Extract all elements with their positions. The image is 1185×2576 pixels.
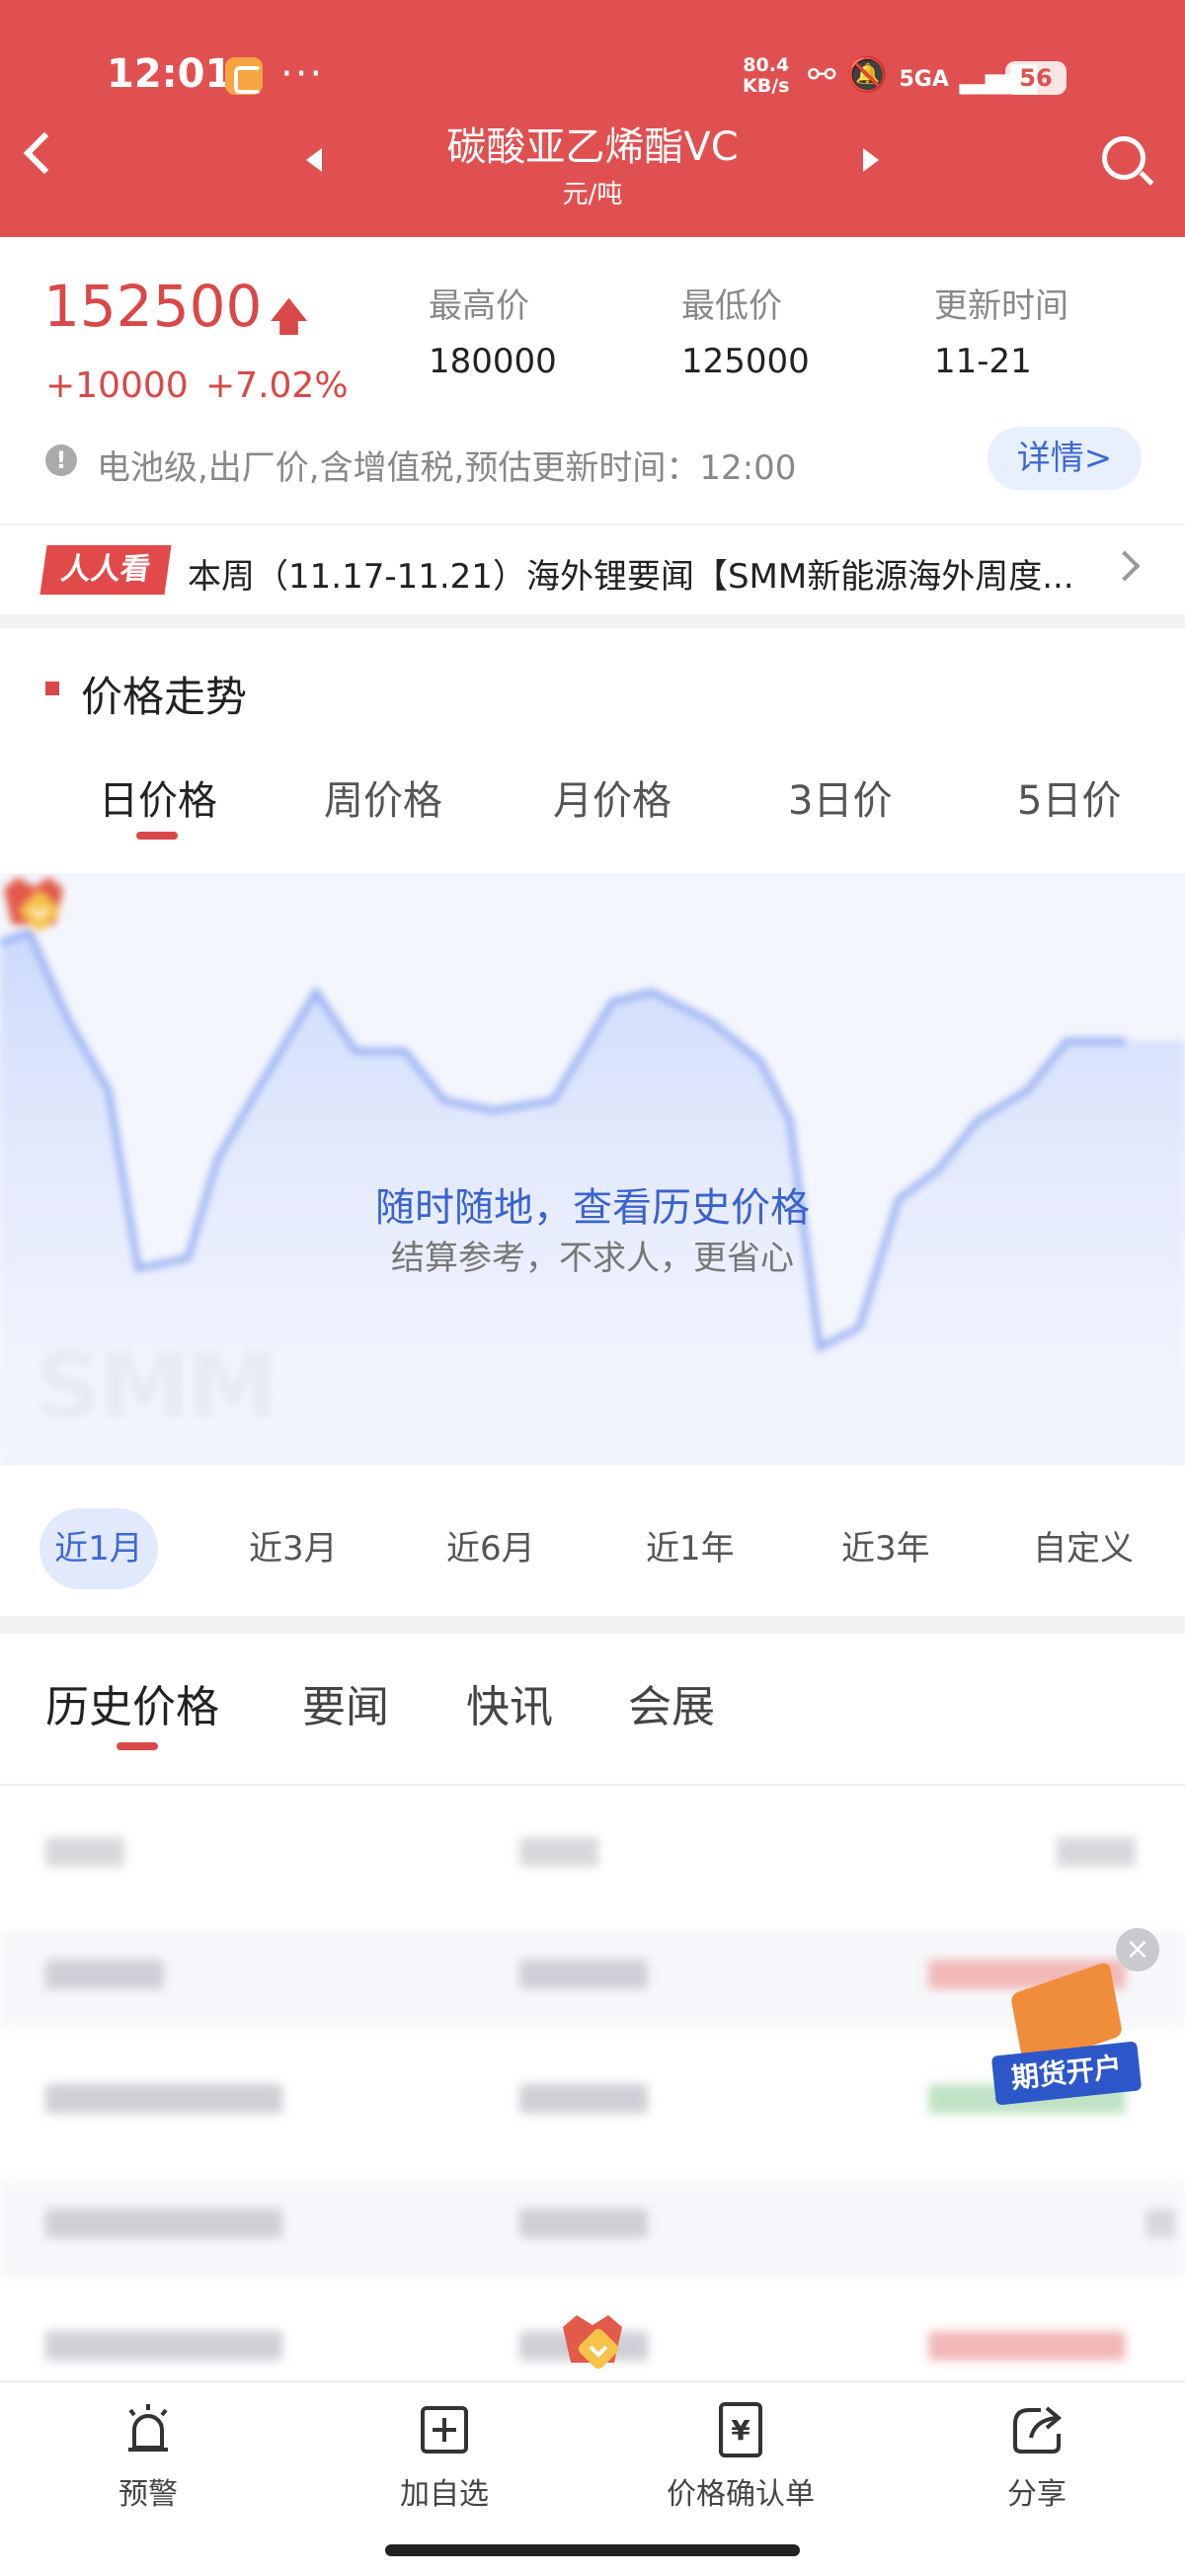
tab-5day-price[interactable]: 5日价 xyxy=(1017,768,1121,826)
price-change-percent: +7.02% xyxy=(205,365,349,406)
futures-account-promo[interactable]: 期货开户 xyxy=(988,1961,1146,2114)
unlock-crown-icon xyxy=(4,877,63,931)
detail-button[interactable]: 详情> xyxy=(988,427,1142,490)
network-speed: 80.4 KB/s xyxy=(743,55,789,97)
news-badge: 人人看 xyxy=(40,545,172,595)
news-headline[interactable]: 本周（11.17-11.21）海外锂要闻【SMM新能源海外周度... xyxy=(188,549,1076,598)
price-up-icon: 🡅 xyxy=(269,294,310,340)
alarm-button[interactable]: 预警 xyxy=(49,2400,247,2513)
add-favorite-button[interactable]: 加自选 xyxy=(346,2400,543,2513)
price-change: +10000 xyxy=(45,365,189,406)
tab-news[interactable]: 要闻 xyxy=(302,1671,389,1734)
range-3-years[interactable]: 近3年 xyxy=(841,1521,930,1570)
range-3-months[interactable]: 近3月 xyxy=(249,1521,338,1570)
unlock-crown-icon xyxy=(563,2315,622,2370)
link-icon: ⚯ xyxy=(808,55,836,95)
price-note: 电池级,出厂价,含增值税,预估更新时间：12:00 xyxy=(97,448,797,488)
alarm-label: 预警 xyxy=(118,2477,178,2512)
status-time: 12:01 xyxy=(107,51,233,97)
signal-label: 5GA xyxy=(899,67,949,92)
status-more-dots: ··· xyxy=(280,51,325,97)
range-1-year[interactable]: 近1年 xyxy=(646,1521,735,1570)
table-header-blurred xyxy=(0,1808,1185,1906)
active-tab-indicator xyxy=(136,832,178,840)
history-promo-title: 随时随地，查看历史价格 xyxy=(375,1185,810,1231)
add-favorite-label: 加自选 xyxy=(400,2477,489,2512)
section-marker xyxy=(45,682,59,695)
search-icon[interactable] xyxy=(1102,136,1146,180)
tab-3day-price[interactable]: 3日价 xyxy=(788,768,892,826)
chart-watermark: SMM xyxy=(36,1333,277,1439)
mute-icon: 🔕 xyxy=(846,55,889,95)
history-promo-subtitle: 结算参考，不求人，更省心 xyxy=(391,1239,794,1278)
high-price-label: 最高价 xyxy=(429,286,529,326)
product-unit: 元/吨 xyxy=(562,180,623,209)
tab-monthly-price[interactable]: 月价格 xyxy=(553,768,672,826)
net-speed-unit: KB/s xyxy=(743,75,790,97)
battery-indicator: 56 xyxy=(1005,61,1066,95)
price-confirm-icon: ¥ xyxy=(719,2402,762,2457)
product-title: 碳酸亚乙烯酯VC xyxy=(446,124,739,170)
share-icon xyxy=(1013,2406,1063,2454)
update-time-label: 更新时间 xyxy=(934,286,1068,326)
info-icon: ! xyxy=(45,444,77,476)
range-custom[interactable]: 自定义 xyxy=(1033,1521,1134,1570)
low-price-label: 最低价 xyxy=(681,286,782,326)
range-6-months[interactable]: 近6月 xyxy=(446,1521,535,1570)
share-button[interactable]: 分享 xyxy=(938,2400,1136,2513)
table-row-blurred xyxy=(0,2179,1185,2278)
next-product-icon[interactable] xyxy=(863,148,879,172)
low-price-value: 125000 xyxy=(681,342,810,381)
close-icon[interactable]: × xyxy=(1116,1928,1159,1972)
app-header: 12:01 ··· 80.4 KB/s ⚯ 🔕 5GA ▂▄▆ 56 碳酸亚乙烯… xyxy=(0,0,1185,237)
current-price: 152500 xyxy=(43,273,263,340)
tab-exhibition[interactable]: 会展 xyxy=(628,1671,715,1734)
price-chart-locked[interactable]: SMM 随时随地，查看历史价格 结算参考，不求人，更省心 xyxy=(0,873,1185,1466)
notification-app-icon xyxy=(225,57,263,95)
svg-text:¥: ¥ xyxy=(731,2414,750,2447)
tab-history-price[interactable]: 历史价格 xyxy=(45,1671,219,1734)
net-speed-value: 80.4 xyxy=(743,54,790,76)
tab-weekly-price[interactable]: 周价格 xyxy=(324,768,442,826)
divider xyxy=(0,1784,1185,1786)
price-confirm-label: 价格确认单 xyxy=(667,2477,815,2512)
promo-label: 期货开户 xyxy=(990,2041,1143,2106)
history-tab-indicator xyxy=(117,1742,158,1750)
tab-daily-price[interactable]: 日价格 xyxy=(99,768,217,826)
tab-flash[interactable]: 快讯 xyxy=(466,1671,553,1734)
price-confirm-button[interactable]: ¥ 价格确认单 xyxy=(642,2400,839,2513)
alarm-icon xyxy=(128,2404,168,2452)
home-indicator[interactable] xyxy=(385,2544,800,2556)
range-1-month[interactable]: 近1月 xyxy=(40,1508,158,1589)
share-label: 分享 xyxy=(1007,2477,1066,2512)
add-favorite-icon xyxy=(421,2406,468,2454)
update-time-value: 11-21 xyxy=(934,342,1032,381)
page: 12:01 ··· 80.4 KB/s ⚯ 🔕 5GA ▂▄▆ 56 碳酸亚乙烯… xyxy=(0,0,1185,2576)
status-icons: ⚯ 🔕 5GA ▂▄▆ xyxy=(808,55,1037,95)
section-title: 价格走势 xyxy=(81,673,248,721)
high-price-value: 180000 xyxy=(429,342,557,381)
